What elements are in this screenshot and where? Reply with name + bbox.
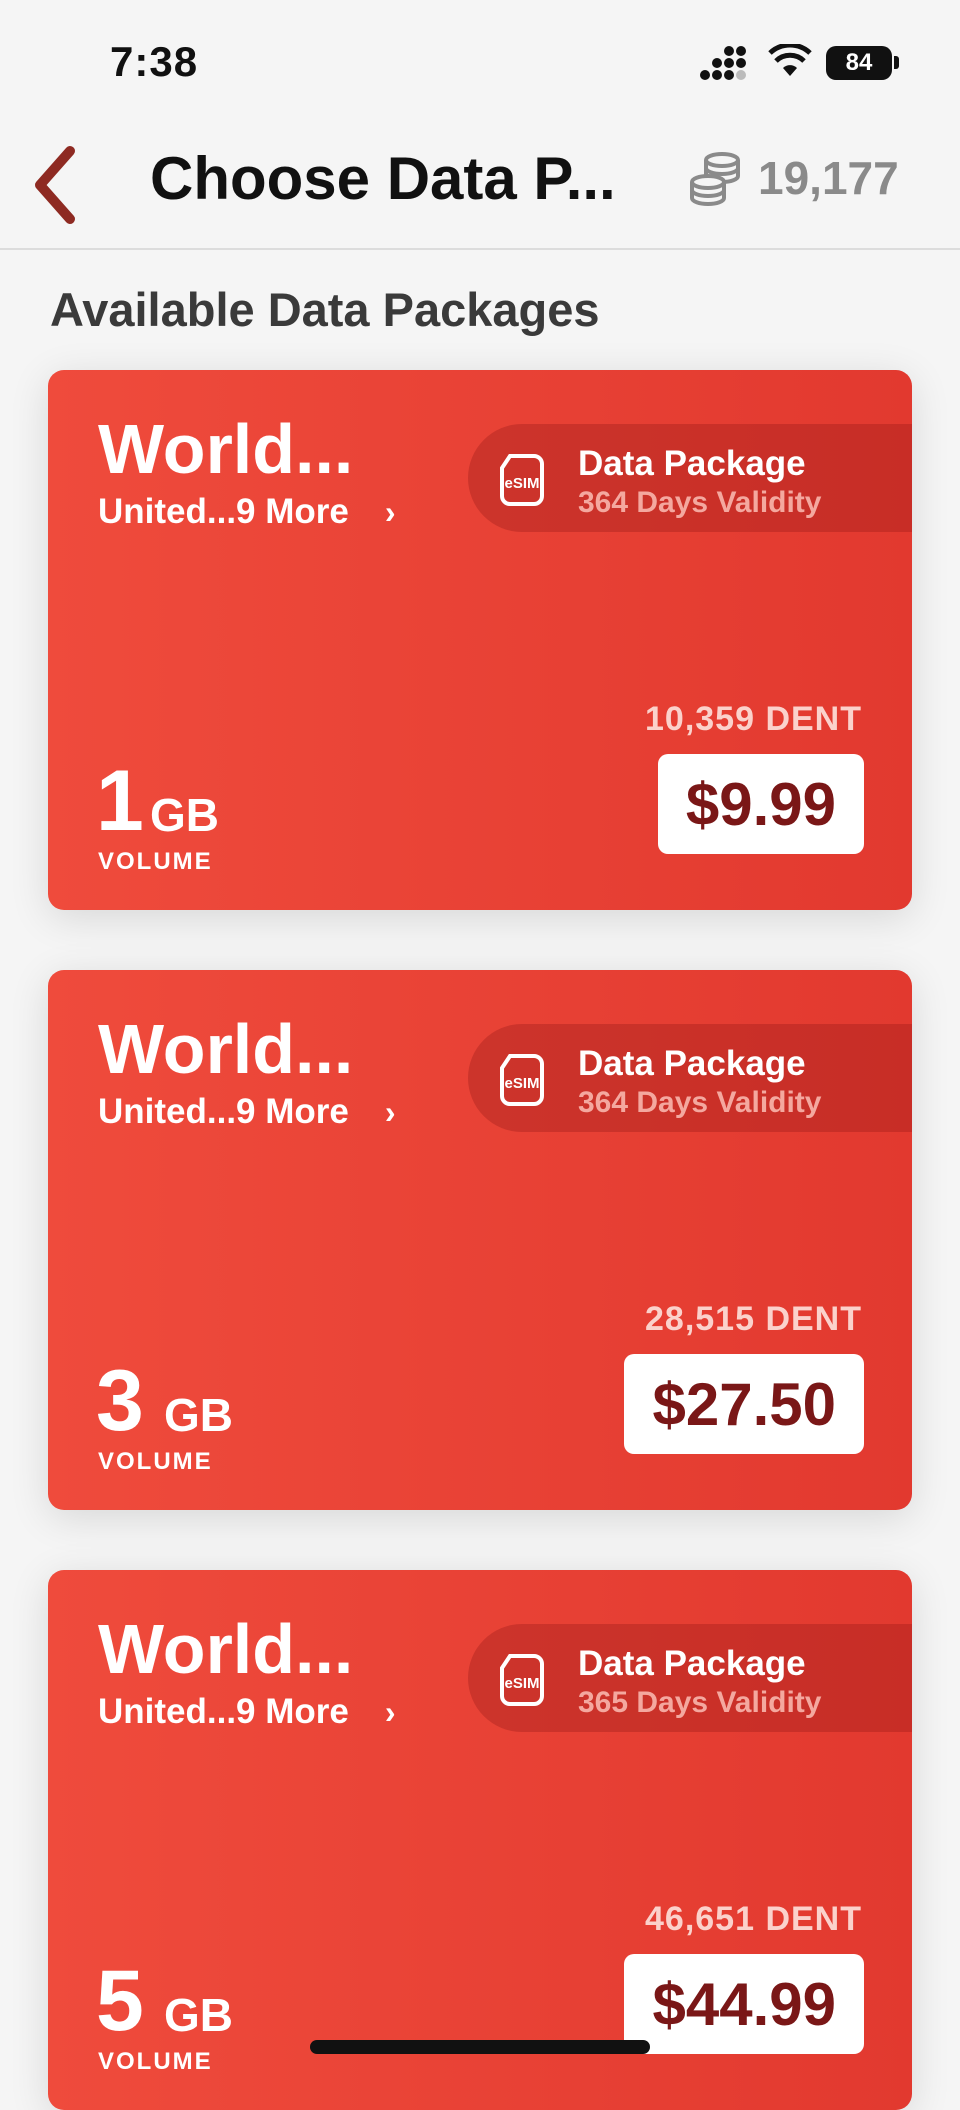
price-label: $44.99 — [652, 1970, 836, 2038]
esim-icon: eSIM — [500, 1054, 544, 1106]
volume-unit: GB — [164, 1389, 233, 1441]
dent-price: 28,515 DENT — [645, 1300, 862, 1338]
package-type: Data Package — [578, 1644, 806, 1683]
dent-price: 10,359 DENT — [645, 700, 862, 738]
coin-balance-value: 19,177 — [758, 152, 899, 204]
package-title: World... — [98, 410, 354, 488]
chevron-right-icon: › — [384, 1693, 396, 1730]
volume-amount: 5 — [96, 1953, 144, 2049]
battery-tip — [894, 56, 899, 69]
price-label: $9.99 — [685, 770, 836, 838]
package-type-badge: eSIM Data Package 364 Days Validity — [468, 1024, 912, 1132]
coin-balance[interactable]: 19,177 — [688, 150, 899, 206]
package-type: Data Package — [578, 444, 806, 483]
coins-icon — [690, 152, 740, 206]
package-validity: 364 Days Validity — [578, 1086, 822, 1119]
volume-unit: GB — [164, 1989, 233, 2041]
volume-unit: GB — [150, 789, 219, 841]
volume-amount: 3 — [96, 1353, 144, 1449]
status-time: 7:38 — [110, 38, 199, 85]
package-countries: United...9 More — [98, 1092, 349, 1131]
package-validity: 365 Days Validity — [578, 1686, 822, 1719]
volume-label: VOLUME — [98, 1448, 213, 1475]
package-countries-link[interactable]: United...9 More › — [98, 1692, 396, 1732]
back-button[interactable] — [20, 140, 90, 230]
package-countries-link[interactable]: United...9 More › — [98, 1092, 396, 1132]
package-countries: United...9 More — [98, 1692, 349, 1731]
page-title: Choose Data P... — [150, 145, 616, 212]
battery-icon: 84 — [826, 46, 892, 80]
volume-label: VOLUME — [98, 848, 213, 875]
esim-icon-label: eSIM — [504, 1675, 539, 1692]
esim-icon-label: eSIM — [504, 1075, 539, 1092]
esim-icon: eSIM — [500, 454, 544, 506]
wifi-icon — [768, 44, 812, 76]
section-heading: Available Data Packages — [50, 283, 600, 336]
package-title: World... — [98, 1010, 354, 1088]
package-countries: United...9 More — [98, 492, 349, 531]
chevron-left-icon — [35, 146, 75, 224]
price-button[interactable]: $9.99 — [657, 754, 864, 854]
volume-label: VOLUME — [98, 2048, 213, 2075]
chevron-right-icon: › — [384, 493, 396, 530]
package-card[interactable]: World... United...9 More › eSIM Data Pac… — [48, 970, 912, 1510]
package-card[interactable]: World... United...9 More › eSIM Data Pac… — [48, 370, 912, 910]
price-button[interactable]: $44.99 — [624, 1954, 864, 2054]
status-bar: 7:38 84 — [0, 0, 960, 120]
package-type: Data Package — [578, 1044, 806, 1083]
battery-level: 84 — [845, 49, 873, 76]
price-label: $27.50 — [652, 1370, 836, 1438]
price-button[interactable]: $27.50 — [624, 1354, 864, 1454]
chevron-right-icon: › — [384, 1093, 396, 1130]
esim-icon: eSIM — [500, 1654, 544, 1706]
package-countries-link[interactable]: United...9 More › — [98, 492, 396, 532]
package-type-badge: eSIM Data Package 365 Days Validity — [468, 1624, 912, 1732]
package-card[interactable]: World... United...9 More › eSIM Data Pac… — [48, 1570, 912, 2110]
package-title: World... — [98, 1610, 354, 1688]
esim-icon-label: eSIM — [504, 475, 539, 492]
package-validity: 364 Days Validity — [578, 486, 822, 519]
volume-amount: 1 — [96, 753, 144, 849]
cellular-signal-icon — [700, 46, 746, 80]
dent-price: 46,651 DENT — [645, 1900, 862, 1938]
home-indicator[interactable] — [310, 2040, 650, 2054]
nav-bar: Choose Data P... 19,177 — [0, 120, 960, 250]
package-type-badge: eSIM Data Package 364 Days Validity — [468, 424, 912, 532]
